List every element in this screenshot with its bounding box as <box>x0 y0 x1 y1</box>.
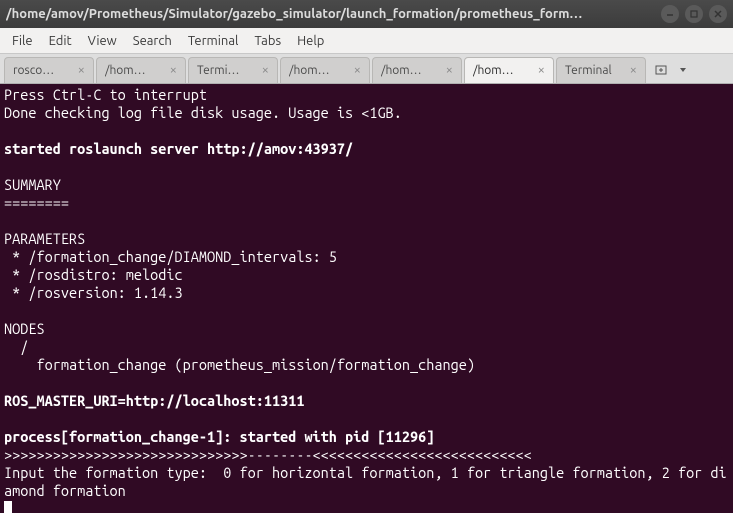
terminal-line: Done checking log file disk usage. Usage… <box>4 104 402 121</box>
menu-terminal[interactable]: Terminal <box>180 31 247 51</box>
cursor <box>4 501 12 513</box>
tab-label: Termi… <box>197 64 256 77</box>
tab-label: /hom… <box>105 64 164 77</box>
window-controls <box>661 5 727 23</box>
close-icon[interactable]: × <box>262 64 269 77</box>
close-icon[interactable]: × <box>538 64 545 77</box>
terminal-line: * /rosversion: 1.14.3 <box>4 284 183 301</box>
menu-view[interactable]: View <box>80 31 125 51</box>
minimize-button[interactable] <box>661 5 679 23</box>
terminal-line: >>>>>>>>>>>>>>>>>>>>>>>>>>>>>>--------<<… <box>4 446 532 463</box>
terminal-line: Input the formation type: 0 for horizont… <box>4 464 727 499</box>
tab-label: rosco… <box>13 64 72 77</box>
tab-3[interactable]: /hom… × <box>280 57 370 83</box>
close-icon[interactable]: × <box>630 64 637 77</box>
terminal-line: process[formation_change-1]: started wit… <box>4 428 434 445</box>
tab-label: Terminal <box>565 64 624 77</box>
terminal-line: / <box>4 338 28 355</box>
close-icon[interactable]: × <box>446 64 453 77</box>
tab-extra <box>648 61 696 83</box>
tab-label: /hom… <box>289 64 348 77</box>
tab-1[interactable]: /hom… × <box>96 57 186 83</box>
menu-search[interactable]: Search <box>125 31 180 51</box>
menu-help[interactable]: Help <box>289 31 332 51</box>
terminal-line: NODES <box>4 320 45 337</box>
terminal-output[interactable]: Press Ctrl-C to interrupt Done checking … <box>0 84 733 513</box>
menu-tabs[interactable]: Tabs <box>246 31 289 51</box>
terminal-line: Press Ctrl-C to interrupt <box>4 86 207 103</box>
terminal-line: * /rosdistro: melodic <box>4 266 183 283</box>
tabbar: rosco… × /hom… × Termi… × /hom… × /hom… … <box>0 54 733 84</box>
terminal-line: PARAMETERS <box>4 230 85 247</box>
terminal-line: SUMMARY <box>4 176 61 193</box>
close-icon[interactable]: × <box>354 64 361 77</box>
tabs-dropdown-icon[interactable] <box>674 61 692 79</box>
close-icon[interactable]: × <box>78 64 85 77</box>
tab-0[interactable]: rosco… × <box>4 57 94 83</box>
close-button[interactable] <box>709 5 727 23</box>
tab-label: /hom… <box>381 64 440 77</box>
menubar: File Edit View Search Terminal Tabs Help <box>0 28 733 54</box>
tab-5[interactable]: /hom… × <box>464 57 554 83</box>
close-icon[interactable]: × <box>170 64 177 77</box>
tab-label: /hom… <box>473 64 532 77</box>
terminal-line: * /formation_change/DIAMOND_intervals: 5 <box>4 248 337 265</box>
tab-4[interactable]: /hom… × <box>372 57 462 83</box>
terminal-line: ROS_MASTER_URI=http://localhost:11311 <box>4 392 304 409</box>
terminal-line: started roslaunch server http://amov:439… <box>4 140 353 157</box>
terminal-line: ======== <box>4 194 69 211</box>
menu-edit[interactable]: Edit <box>41 31 80 51</box>
window-title: /home/amov/Prometheus/Simulator/gazebo_s… <box>6 7 661 21</box>
terminal-line: formation_change (prometheus_mission/for… <box>4 356 475 373</box>
titlebar: /home/amov/Prometheus/Simulator/gazebo_s… <box>0 0 733 28</box>
new-tab-icon[interactable] <box>652 61 670 79</box>
menu-file[interactable]: File <box>4 31 41 51</box>
tab-6[interactable]: Terminal × <box>556 57 646 83</box>
maximize-button[interactable] <box>685 5 703 23</box>
tab-2[interactable]: Termi… × <box>188 57 278 83</box>
